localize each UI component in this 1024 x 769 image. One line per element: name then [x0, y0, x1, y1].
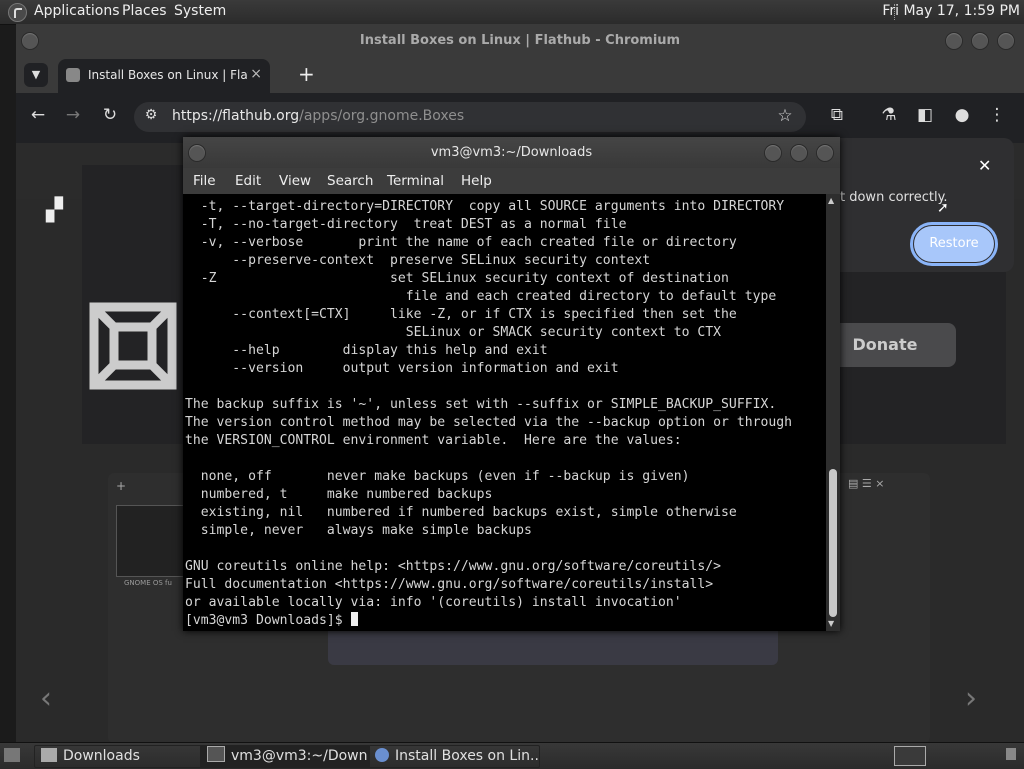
- next-screenshot-icon[interactable]: ›: [965, 681, 977, 716]
- profile-icon[interactable]: ●: [951, 105, 973, 125]
- menu-edit[interactable]: Edit: [235, 173, 261, 189]
- tab-flathub[interactable]: Install Boxes on Linux | Flathub ×: [58, 59, 270, 93]
- url-text: https://flathub.org/apps/org.gnome.Boxes: [172, 108, 465, 124]
- screenshot-main: [328, 625, 778, 665]
- screenshot-thumbnail[interactable]: [116, 505, 190, 577]
- minimize-icon[interactable]: [945, 32, 963, 50]
- maximize-icon[interactable]: [971, 32, 989, 50]
- terminal-cursor: [350, 612, 358, 626]
- taskbar-chromium[interactable]: Install Boxes on Lin...: [368, 745, 540, 768]
- terminal-title: vm3@vm3:~/Downloads: [430, 145, 593, 160]
- fedora-logo-icon[interactable]: [8, 3, 27, 22]
- top-panel: Applications Places System Fri May 17, 1…: [0, 0, 1024, 25]
- system-menu[interactable]: System: [174, 3, 226, 19]
- popup-message: t down correctly.: [840, 190, 948, 205]
- menu-file[interactable]: File: [193, 173, 216, 189]
- taskbar-downloads[interactable]: Downloads: [34, 745, 206, 768]
- close-icon[interactable]: [997, 32, 1015, 50]
- menu-terminal[interactable]: Terminal: [387, 173, 444, 189]
- side-panel-icon[interactable]: ◧: [914, 105, 936, 125]
- prev-screenshot-icon[interactable]: ‹: [40, 681, 52, 716]
- mouse-cursor-icon: ➚: [937, 200, 949, 216]
- boxes-app-icon: [89, 302, 177, 390]
- extensions-icon[interactable]: ⧉: [826, 105, 848, 125]
- applications-menu[interactable]: Applications: [34, 3, 120, 19]
- back-icon[interactable]: ←: [27, 105, 49, 125]
- panel-view-icons[interactable]: ▤ ☰ ×: [848, 477, 884, 490]
- taskbar-label: vm3@vm3:~/Downl...: [231, 748, 370, 764]
- menu-search[interactable]: Search: [327, 173, 373, 189]
- restore-button[interactable]: Restore: [910, 222, 998, 266]
- workspace-switcher[interactable]: [894, 746, 926, 766]
- trash-icon[interactable]: [1006, 748, 1016, 760]
- terminal-minimize-icon[interactable]: [764, 144, 782, 162]
- browser-window-title: Install Boxes on Linux | Flathub - Chrom…: [359, 33, 681, 48]
- new-tab-icon[interactable]: +: [298, 62, 315, 86]
- tab-search-icon[interactable]: ▼: [24, 63, 48, 87]
- chromium-icon: [375, 748, 389, 762]
- chrome-menu-icon[interactable]: ⋮: [986, 105, 1008, 125]
- site-info-icon[interactable]: ⚙: [140, 107, 162, 123]
- terminal-output: -t, --target-directory=DIRECTORY copy al…: [185, 199, 792, 628]
- bookmark-star-icon[interactable]: ☆: [774, 106, 796, 126]
- clock[interactable]: Fri May 17, 1:59 PM: [882, 3, 1020, 19]
- reload-icon[interactable]: ↻: [99, 105, 121, 125]
- panel-add-icon[interactable]: +: [116, 479, 126, 493]
- taskbar-label: Downloads: [63, 748, 140, 764]
- flathub-logo-icon[interactable]: ▞: [46, 198, 72, 224]
- address-bar[interactable]: ⚙ https://flathub.org/apps/org.gnome.Box…: [134, 102, 806, 132]
- terminal-window: vm3@vm3:~/Downloads File Edit View Searc…: [183, 137, 840, 631]
- tab-strip: ▼ Install Boxes on Linux | Flathub × +: [16, 57, 1024, 93]
- terminal-close-icon[interactable]: [816, 144, 834, 162]
- popup-close-icon[interactable]: ✕: [978, 156, 991, 175]
- scroll-up-icon[interactable]: ▲: [828, 196, 834, 205]
- bottom-panel: Downloads vm3@vm3:~/Downl... Install Box…: [0, 742, 1024, 769]
- folder-icon: [41, 748, 57, 762]
- terminal-scrollbar[interactable]: ▲ ▼: [826, 194, 840, 631]
- scroll-down-icon[interactable]: ▼: [828, 619, 834, 628]
- tab-title: Install Boxes on Linux | Flathub: [88, 68, 248, 82]
- menu-view[interactable]: View: [279, 173, 311, 189]
- terminal-titlebar[interactable]: vm3@vm3:~/Downloads: [183, 137, 840, 168]
- browser-toolbar: ← → ↻ ⚙ https://flathub.org/apps/org.gno…: [16, 93, 1024, 143]
- scrollbar-thumb[interactable]: [829, 469, 837, 617]
- browser-titlebar[interactable]: Install Boxes on Linux | Flathub - Chrom…: [16, 24, 1024, 57]
- taskbar-terminal[interactable]: vm3@vm3:~/Downl...: [200, 745, 370, 768]
- screenshot-caption: GNOME OS fu: [124, 579, 172, 587]
- flathub-favicon-icon: [66, 68, 80, 82]
- forward-icon[interactable]: →: [62, 105, 84, 125]
- taskbar-label: Install Boxes on Lin...: [395, 748, 540, 764]
- terminal-icon: [207, 746, 225, 762]
- menu-help[interactable]: Help: [461, 173, 492, 189]
- places-menu[interactable]: Places: [122, 3, 167, 19]
- terminal-screen[interactable]: -t, --target-directory=DIRECTORY copy al…: [183, 194, 826, 631]
- show-desktop-icon[interactable]: [4, 748, 20, 762]
- tab-close-icon[interactable]: ×: [250, 66, 262, 82]
- terminal-maximize-icon[interactable]: [790, 144, 808, 162]
- labs-flask-icon[interactable]: ⚗: [878, 105, 900, 125]
- terminal-menubar: File Edit View Search Terminal Help: [183, 168, 840, 194]
